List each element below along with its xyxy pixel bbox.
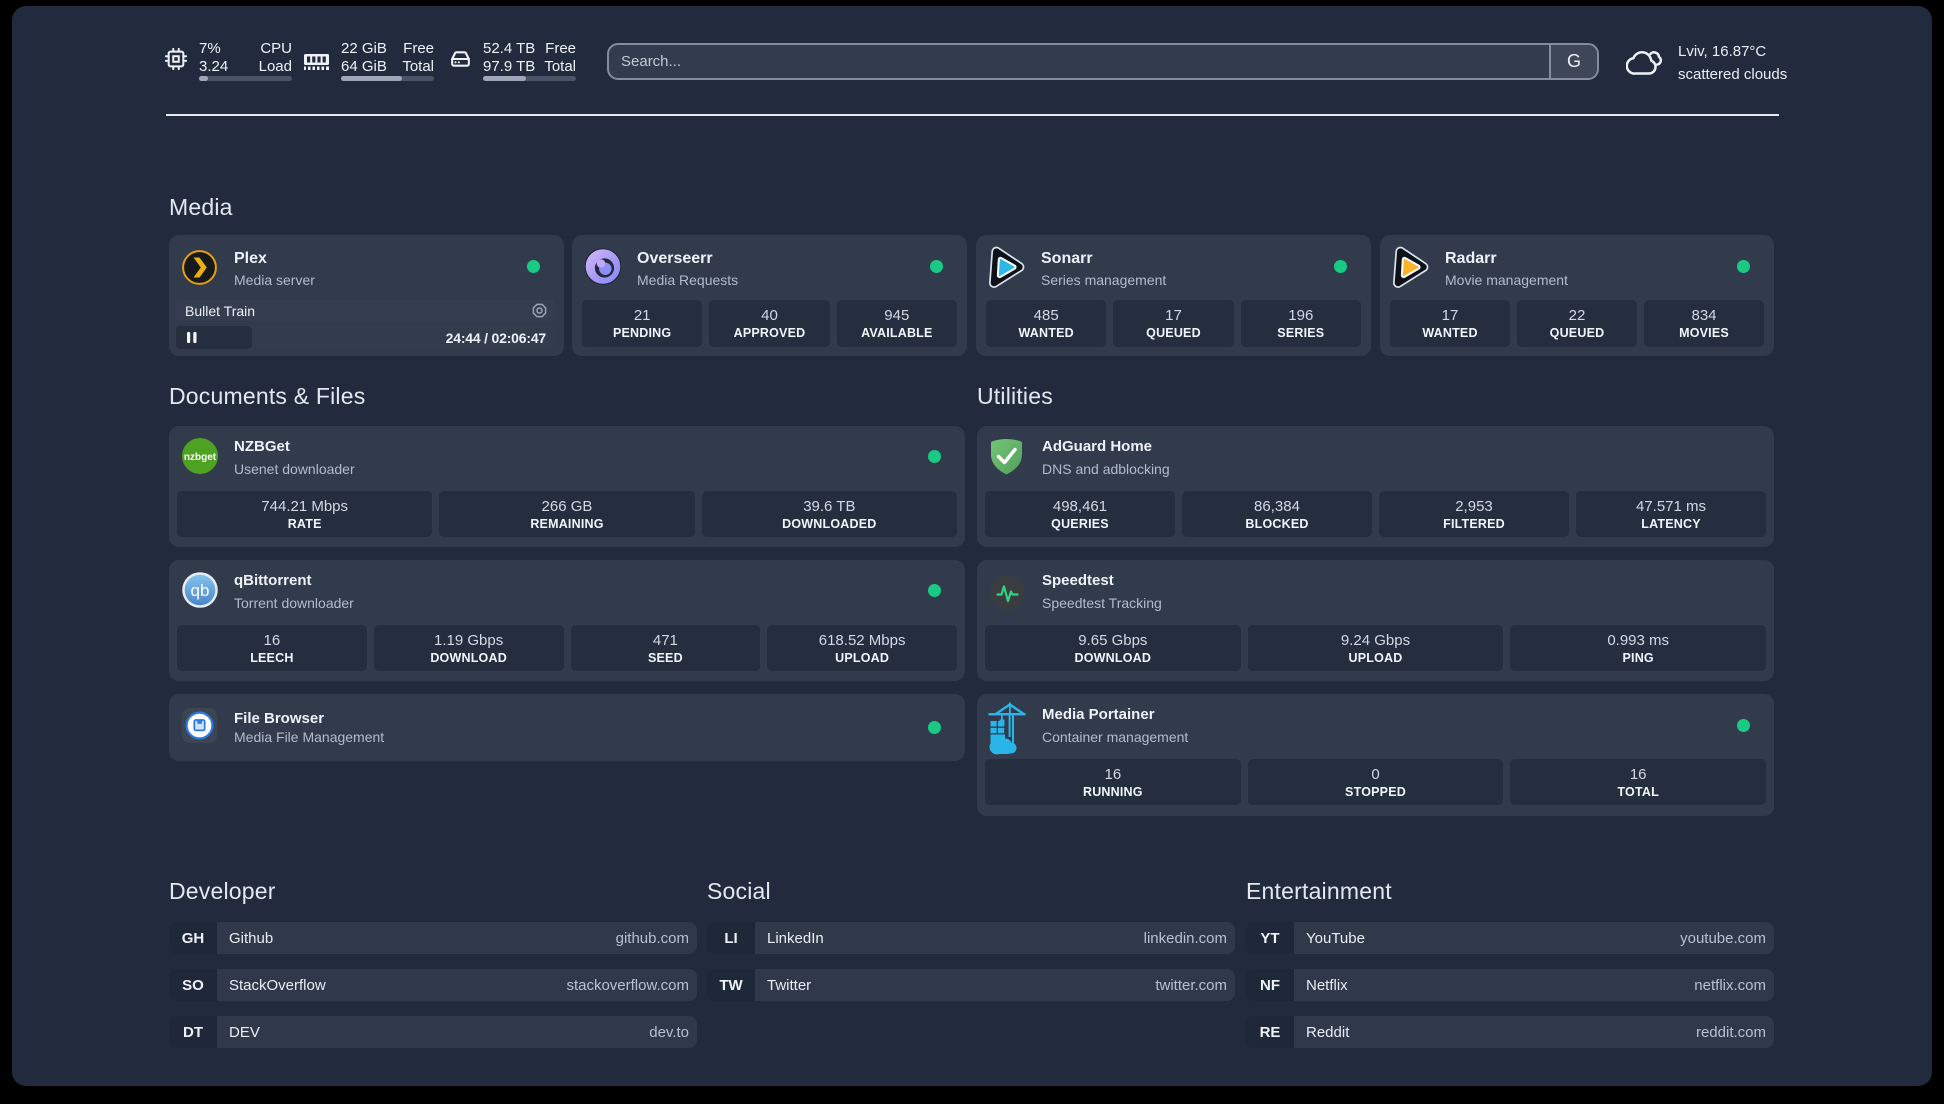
- svg-text:nzbget: nzbget: [184, 452, 217, 463]
- svg-text:qb: qb: [191, 581, 210, 600]
